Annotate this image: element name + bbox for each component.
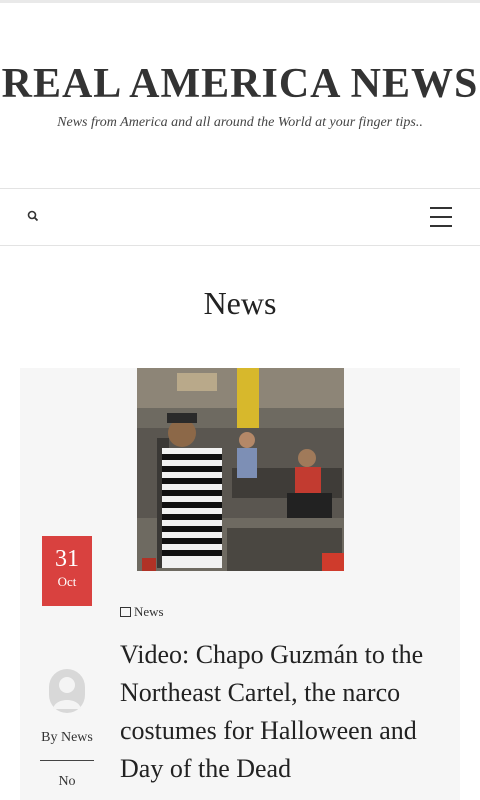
avatar[interactable] — [49, 669, 85, 713]
post-date-day: 31 — [55, 546, 79, 572]
hamburger-menu-icon — [430, 207, 452, 209]
post-date-month: Oct — [57, 574, 77, 589]
menu-button[interactable] — [424, 203, 458, 231]
post-image — [137, 368, 344, 571]
post-category-link[interactable]: News — [120, 604, 164, 620]
post-date-badge: 31 Oct — [42, 536, 92, 606]
page-title: News — [203, 285, 277, 321]
search-button[interactable] — [24, 207, 44, 227]
post-category-label: News — [134, 604, 164, 619]
author-divider — [40, 760, 94, 761]
post-author-link[interactable]: By News — [20, 730, 114, 746]
top-border — [0, 0, 480, 3]
post-thumbnail[interactable] — [137, 368, 344, 571]
post-comments-link[interactable]: No — [20, 774, 114, 790]
user-avatar-icon — [49, 669, 85, 713]
search-icon — [27, 210, 39, 222]
post-title-link[interactable]: Video: Chapo Guzmán to the Northeast Car… — [120, 636, 450, 788]
post-card: 31 Oct News Video: Chapo Guzmán to the N… — [20, 368, 460, 800]
site-title[interactable]: REAL AMERICA NEWS — [0, 60, 480, 108]
category-icon — [120, 607, 131, 618]
site-tagline: News from America and all around the Wor… — [57, 115, 423, 130]
nav-bar — [0, 188, 480, 246]
